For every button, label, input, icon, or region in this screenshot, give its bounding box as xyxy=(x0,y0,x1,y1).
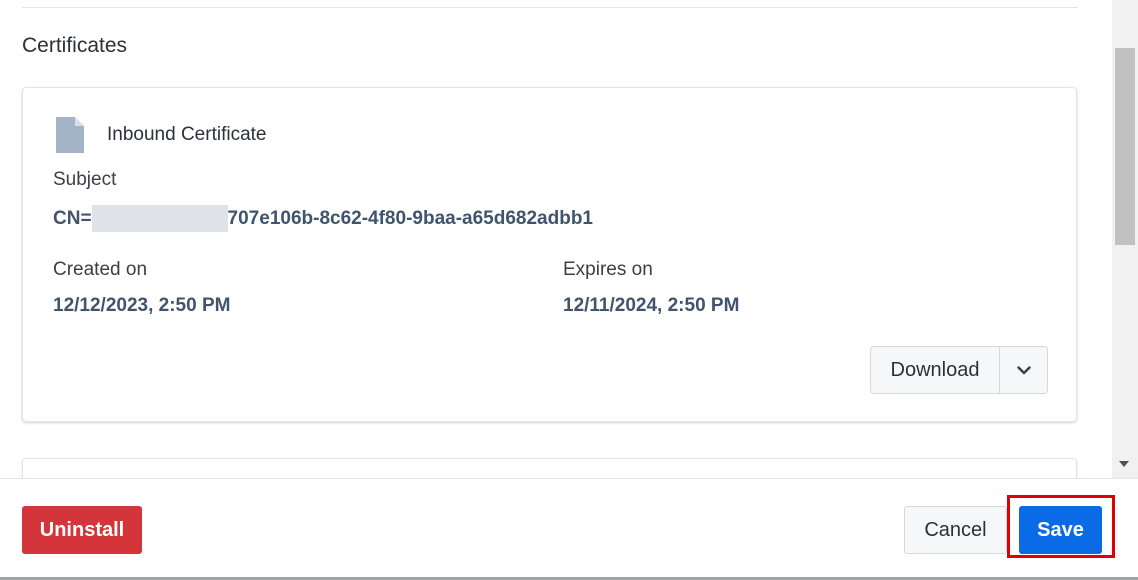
scroll-down-arrow-icon[interactable] xyxy=(1119,461,1129,467)
app-viewport: Certificates Inbound Certificate Subject… xyxy=(0,0,1138,580)
scrollbar-thumb[interactable] xyxy=(1115,48,1135,245)
cancel-button[interactable]: Cancel xyxy=(904,506,1007,554)
subject-label: Subject xyxy=(53,169,117,190)
vertical-scrollbar[interactable] xyxy=(1112,0,1138,478)
subject-id: 707e106b-8c62-4f80-9baa-a65d682adbb1 xyxy=(227,207,593,229)
expires-value: 12/11/2024, 2:50 PM xyxy=(563,295,740,316)
download-menu-toggle[interactable] xyxy=(1000,347,1047,393)
redacted-block xyxy=(91,205,228,232)
created-value: 12/12/2023, 2:50 PM xyxy=(53,295,231,316)
next-certificate-card xyxy=(22,458,1077,478)
uninstall-button[interactable]: Uninstall xyxy=(22,506,142,554)
expires-label: Expires on xyxy=(563,259,653,280)
divider xyxy=(22,7,1078,8)
chevron-down-icon xyxy=(1016,365,1031,374)
section-title: Certificates xyxy=(22,34,128,57)
created-label: Created on xyxy=(53,259,148,280)
subject-value: CN= 707e106b-8c62-4f80-9baa-a65d682adbb1 xyxy=(53,205,593,232)
certificate-card: Inbound Certificate Subject CN= 707e106b… xyxy=(22,87,1077,422)
settings-content: Certificates Inbound Certificate Subject… xyxy=(0,0,1112,478)
download-button[interactable]: Download xyxy=(871,347,1000,393)
footer-bar: Uninstall Cancel Save xyxy=(0,478,1138,580)
subject-prefix: CN= xyxy=(53,207,92,229)
document-icon xyxy=(56,117,84,153)
download-split-button: Download xyxy=(870,346,1048,394)
save-button[interactable]: Save xyxy=(1019,506,1102,554)
certificate-title: Inbound Certificate xyxy=(107,124,267,145)
